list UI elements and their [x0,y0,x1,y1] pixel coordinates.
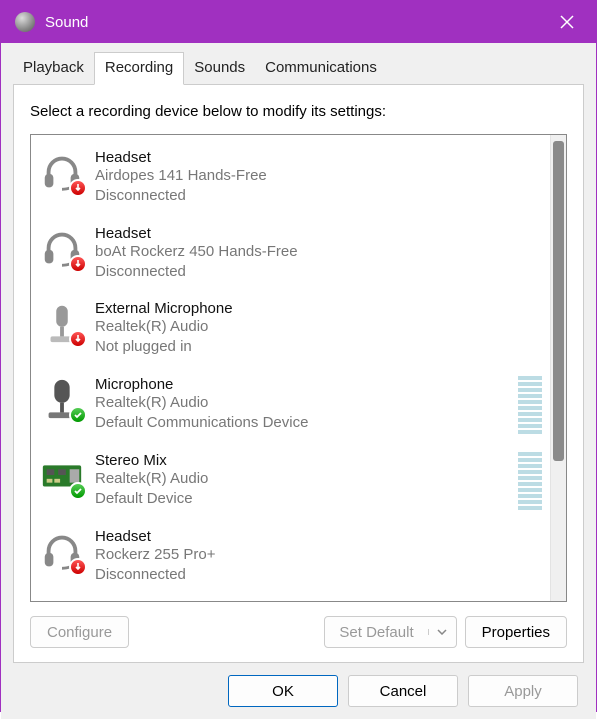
headset-icon [39,225,85,271]
device-item[interactable]: HeadsetAirdopes 141 Hands-FreeDisconnect… [31,141,550,217]
device-desc: Airdopes 141 Hands-Free [95,166,267,186]
tab-sounds[interactable]: Sounds [184,53,255,84]
device-desc: Realtek(R) Audio [95,469,208,489]
device-text: MicrophoneRealtek(R) AudioDefault Commun… [95,376,308,434]
sound-dialog: Sound Playback Recording Sounds Communic… [0,0,597,712]
device-desc: boAt Rockerz 450 Hands-Free [95,242,298,262]
device-item[interactable]: HeadsetRockerz 255 Pro+Disconnected [31,520,550,596]
device-desc: Rockerz 255 Pro+ [95,545,215,565]
dialog-buttons: OK Cancel Apply [13,663,584,707]
scrollbar-thumb[interactable] [553,141,564,461]
device-desc: Realtek(R) Audio [95,317,233,337]
client-area: Playback Recording Sounds Communications… [1,43,596,719]
window-title: Sound [45,14,542,31]
headset-icon [39,528,85,574]
mic-icon [39,376,85,422]
device-status: Disconnected [95,186,267,206]
titlebar[interactable]: Sound [1,1,596,43]
disconnected-badge-icon [69,330,87,348]
device-status: Disconnected [95,565,215,585]
default-badge-icon [69,482,87,500]
tab-playback[interactable]: Playback [13,53,94,84]
device-name: Headset [95,149,267,166]
device-name: Headset [95,225,298,242]
chevron-down-icon[interactable] [428,629,456,635]
close-button[interactable] [542,1,592,43]
ok-button[interactable]: OK [228,675,338,707]
set-default-label: Set Default [325,624,427,641]
default-badge-icon [69,406,87,424]
device-desc: Realtek(R) Audio [95,393,308,413]
device-name: Stereo Mix [95,452,208,469]
panel-buttons: Configure Set Default Properties [30,616,567,648]
device-item[interactable]: MicrophoneRealtek(R) AudioDefault Commun… [31,368,550,444]
device-status: Default Communications Device [95,413,308,433]
device-name: External Microphone [95,300,233,317]
device-text: HeadsetRockerz 255 Pro+Disconnected [95,528,215,586]
device-item[interactable]: HeadsetboAt Rockerz 450 Hands-FreeDiscon… [31,217,550,293]
disconnected-badge-icon [69,558,87,576]
device-list[interactable]: HeadsetAirdopes 141 Hands-FreeDisconnect… [31,135,550,601]
cancel-button[interactable]: Cancel [348,675,458,707]
tab-panel: Select a recording device below to modif… [13,84,584,663]
device-status: Not plugged in [95,337,233,357]
disconnected-badge-icon [69,255,87,273]
device-text: Stereo MixRealtek(R) AudioDefault Device [95,452,208,510]
headset-icon [39,149,85,195]
device-name: Microphone [95,376,308,393]
app-icon [15,12,35,32]
device-item[interactable]: External MicrophoneRealtek(R) AudioNot p… [31,292,550,368]
device-status: Disconnected [95,262,298,282]
configure-button[interactable]: Configure [30,616,129,648]
disconnected-badge-icon [69,179,87,197]
device-text: HeadsetAirdopes 141 Hands-FreeDisconnect… [95,149,267,207]
board-icon [39,452,85,498]
level-meter [518,376,542,434]
instruction-text: Select a recording device below to modif… [30,103,567,120]
device-status: Default Device [95,489,208,509]
tab-communications[interactable]: Communications [255,53,387,84]
scrollbar[interactable] [550,135,566,601]
apply-button[interactable]: Apply [468,675,578,707]
level-meter [518,452,542,510]
device-text: HeadsetboAt Rockerz 450 Hands-FreeDiscon… [95,225,298,283]
device-list-box: HeadsetAirdopes 141 Hands-FreeDisconnect… [30,134,567,602]
mic-ext-icon [39,300,85,346]
set-default-button[interactable]: Set Default [324,616,456,648]
tab-recording[interactable]: Recording [94,52,184,85]
device-name: Headset [95,528,215,545]
tab-strip: Playback Recording Sounds Communications [13,51,584,84]
properties-button[interactable]: Properties [465,616,567,648]
device-item[interactable]: Stereo MixRealtek(R) AudioDefault Device [31,444,550,520]
device-text: External MicrophoneRealtek(R) AudioNot p… [95,300,233,358]
